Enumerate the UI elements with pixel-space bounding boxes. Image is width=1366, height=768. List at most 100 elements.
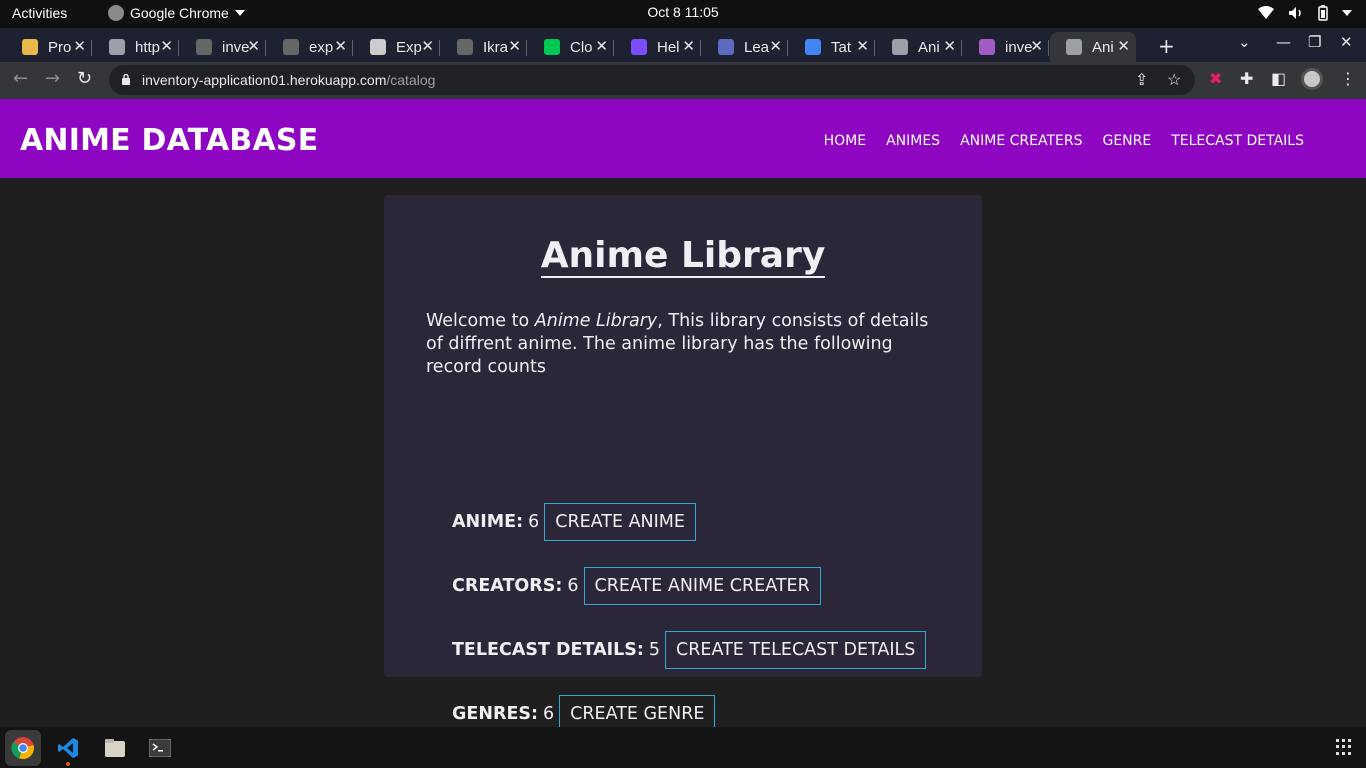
system-top-bar: Activities Google Chrome Oct 8 11:05 <box>0 0 1366 28</box>
tab-close-icon[interactable]: ✕ <box>769 37 782 55</box>
side-panel-icon[interactable]: ◧ <box>1271 69 1286 88</box>
nav-home[interactable]: HOME <box>824 133 866 149</box>
page-viewport: ANIME DATABASE HOME ANIMES ANIME CREATER… <box>0 99 1366 733</box>
tab-close-icon[interactable]: ✕ <box>247 37 260 55</box>
new-tab-button[interactable]: + <box>1158 34 1175 58</box>
bookmark-star-icon[interactable]: ☆ <box>1167 70 1181 90</box>
running-indicator <box>66 762 70 766</box>
tab-favicon-icon <box>979 39 995 55</box>
record-row-creators: CREATORS: 6 CREATE ANIME CREATER <box>452 567 821 605</box>
tab-favicon-icon <box>805 39 821 55</box>
minimize-icon[interactable]: — <box>1276 33 1291 51</box>
browser-tab[interactable]: Tat ✕ <box>789 32 875 62</box>
tab-favicon-icon <box>544 39 560 55</box>
nav-genre[interactable]: GENRE <box>1102 133 1151 149</box>
tab-separator <box>613 40 614 56</box>
nav-anime-creaters[interactable]: ANIME CREATERS <box>960 133 1082 149</box>
close-window-icon[interactable]: ✕ <box>1340 33 1353 51</box>
tab-favicon-icon <box>283 39 299 55</box>
tab-favicon-icon <box>109 39 125 55</box>
create-anime-button[interactable]: CREATE ANIME <box>544 503 696 541</box>
tab-favicon-icon <box>370 39 386 55</box>
chrome-app-icon <box>108 5 124 21</box>
terminal-icon[interactable] <box>142 730 178 766</box>
extension-icon[interactable]: ✖ <box>1209 69 1222 88</box>
tab-favicon-icon <box>892 39 908 55</box>
create-telecast-details-button[interactable]: CREATE TELECAST DETAILS <box>665 631 927 669</box>
vscode-logo-icon <box>58 738 78 758</box>
tab-separator <box>874 40 875 56</box>
chevron-down-icon <box>234 10 245 16</box>
files-icon[interactable] <box>97 730 133 766</box>
tab-favicon-icon <box>1066 39 1082 55</box>
browser-toolbar: ← → ↻ inventory-application01.herokuapp.… <box>0 62 1366 99</box>
tab-close-icon[interactable]: ✕ <box>682 37 695 55</box>
chrome-icon[interactable] <box>5 730 41 766</box>
browser-tab[interactable]: Lea ✕ <box>702 32 788 62</box>
share-icon[interactable]: ⇪ <box>1135 70 1148 90</box>
browser-tab[interactable]: Ikra ✕ <box>441 32 527 62</box>
tab-search-chevron-icon[interactable]: ⌄ <box>1238 33 1251 51</box>
tab-close-icon[interactable]: ✕ <box>334 37 347 55</box>
show-apps-grid-icon[interactable] <box>1336 739 1352 755</box>
nav-animes[interactable]: ANIMES <box>886 133 940 149</box>
library-card: Anime Library Welcome to Anime Library, … <box>384 195 982 733</box>
browser-tab[interactable]: Pro ✕ <box>6 32 92 62</box>
vscode-icon[interactable] <box>50 730 86 766</box>
tab-favicon-icon <box>457 39 473 55</box>
activities-button[interactable]: Activities <box>12 5 67 21</box>
page-title-text: Anime Library <box>540 235 826 278</box>
chrome-logo-icon <box>11 737 34 760</box>
dock <box>0 727 1366 768</box>
browser-tab[interactable]: Ani ✕ <box>1050 32 1136 62</box>
browser-tab[interactable]: inve ✕ <box>963 32 1049 62</box>
browser-tab[interactable]: Ani ✕ <box>876 32 962 62</box>
intro-emphasis: Anime Library <box>534 311 658 331</box>
browser-tab[interactable]: Hel ✕ <box>615 32 701 62</box>
intro-paragraph: Welcome to Anime Library, This library c… <box>426 310 946 379</box>
create-anime-creater-button[interactable]: CREATE ANIME CREATER <box>583 567 821 605</box>
tab-close-icon[interactable]: ✕ <box>508 37 521 55</box>
browser-tab[interactable]: http ✕ <box>93 32 179 62</box>
profile-avatar[interactable] <box>1301 68 1323 90</box>
record-label: GENRES: <box>452 704 538 724</box>
app-menu[interactable]: Google Chrome <box>108 5 245 21</box>
tab-close-icon[interactable]: ✕ <box>856 37 869 55</box>
browser-tab[interactable]: inve ✕ <box>180 32 266 62</box>
maximize-icon[interactable]: ❐ <box>1308 33 1321 51</box>
extensions-puzzle-icon[interactable]: ✚ <box>1240 69 1253 88</box>
tab-close-icon[interactable]: ✕ <box>595 37 608 55</box>
url-text: inventory-application01.herokuapp.com/ca… <box>142 72 435 88</box>
tab-close-icon[interactable]: ✕ <box>943 37 956 55</box>
tab-separator <box>91 40 92 56</box>
record-count: 6 <box>543 704 555 724</box>
tab-close-icon[interactable]: ✕ <box>421 37 434 55</box>
system-status-menu[interactable] <box>1258 5 1352 21</box>
browser-tab[interactable]: exp ✕ <box>267 32 353 62</box>
site-brand[interactable]: ANIME DATABASE <box>20 123 318 158</box>
tab-close-icon[interactable]: ✕ <box>160 37 173 55</box>
tab-close-icon[interactable]: ✕ <box>1030 37 1043 55</box>
tab-separator <box>1048 40 1049 56</box>
tab-separator <box>526 40 527 56</box>
forward-arrow-icon[interactable]: → <box>45 68 60 89</box>
browser-tab[interactable]: Exp ✕ <box>354 32 440 62</box>
menu-kebab-icon[interactable]: ⋮ <box>1340 69 1356 88</box>
nav-telecast-details[interactable]: TELECAST DETAILS <box>1171 133 1304 149</box>
back-arrow-icon[interactable]: ← <box>13 68 28 89</box>
browser-tab[interactable]: Clo ✕ <box>528 32 614 62</box>
record-row-telecast: TELECAST DETAILS: 5 CREATE TELECAST DETA… <box>452 631 927 669</box>
tab-separator <box>178 40 179 56</box>
address-bar[interactable]: inventory-application01.herokuapp.com/ca… <box>109 65 1195 95</box>
url-host: inventory-application01.herokuapp.com <box>142 72 387 88</box>
tab-separator <box>787 40 788 56</box>
reload-icon[interactable]: ↻ <box>77 68 92 89</box>
tab-separator <box>700 40 701 56</box>
tab-separator <box>961 40 962 56</box>
record-label: TELECAST DETAILS: <box>452 640 644 660</box>
tab-close-icon[interactable]: ✕ <box>1117 37 1130 55</box>
tab-close-icon[interactable]: ✕ <box>73 37 86 55</box>
wifi-icon <box>1258 6 1274 19</box>
record-label: ANIME: <box>452 512 524 532</box>
record-row-anime: ANIME: 6 CREATE ANIME <box>452 503 696 541</box>
